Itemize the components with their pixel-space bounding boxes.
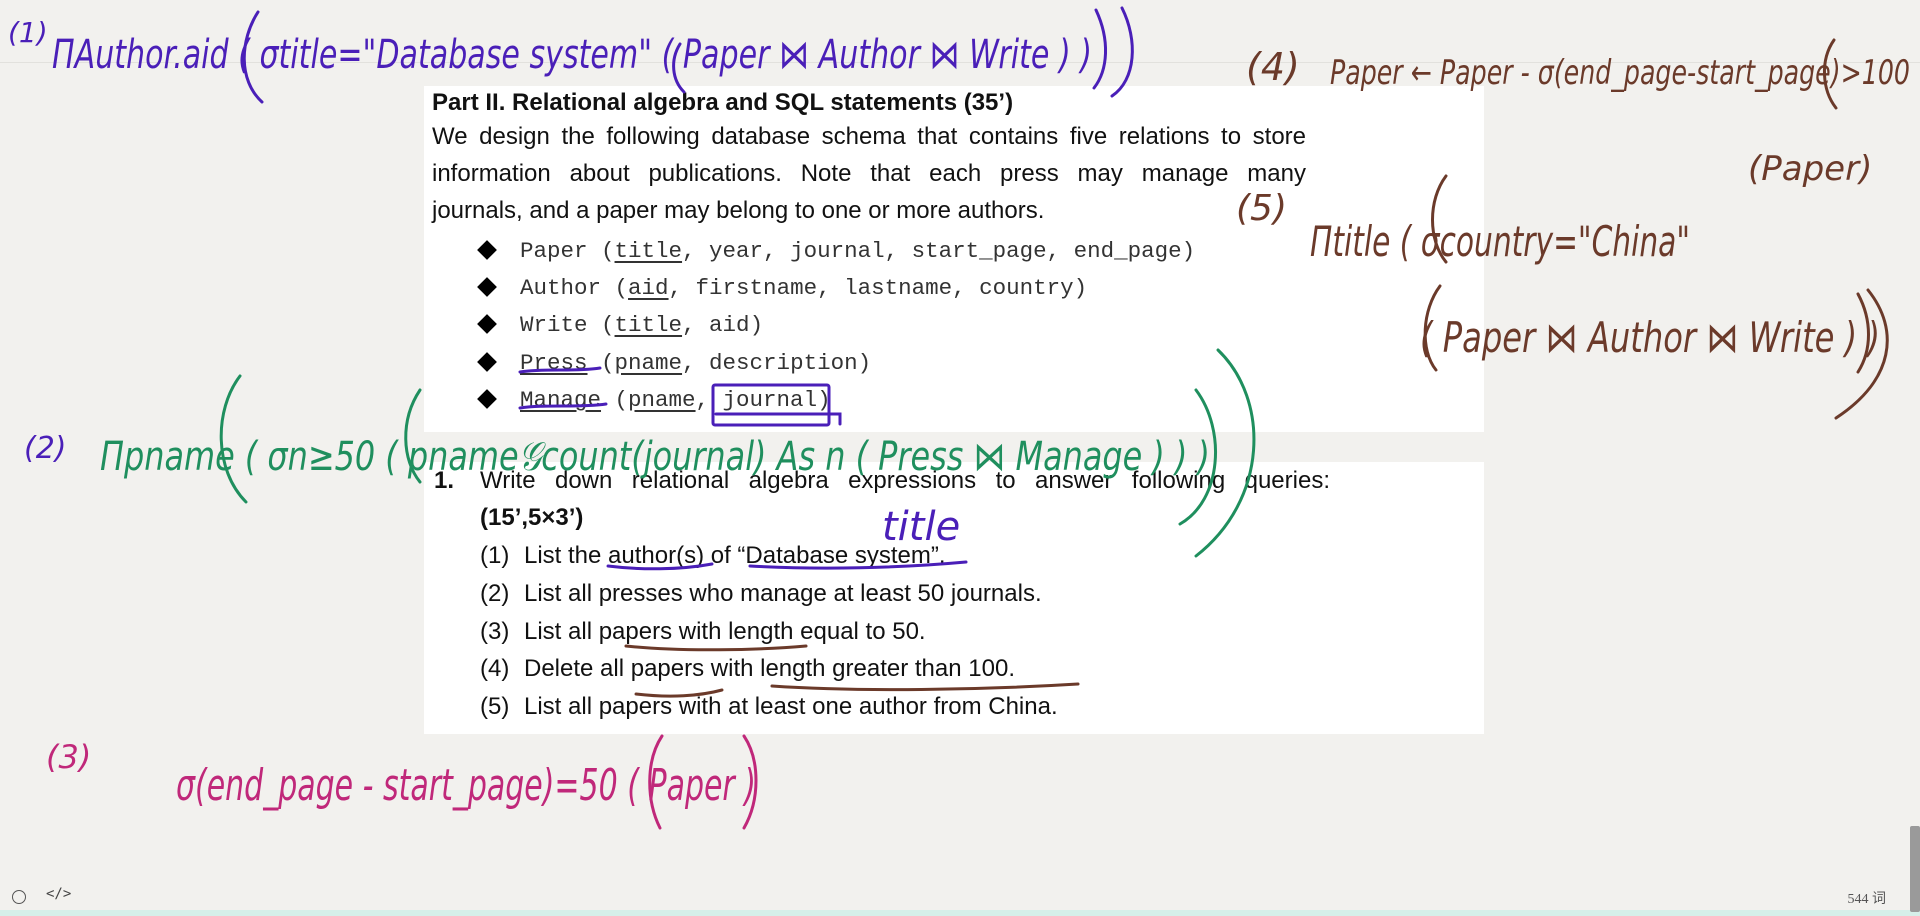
ink-label-1: (1): [8, 16, 48, 49]
query-num: (4): [480, 655, 510, 682]
intro-line-1: We design the following database schema …: [432, 123, 1306, 150]
schema-item-press: Press (pname, description): [520, 350, 872, 376]
document-page: Part II. Relational algebra and SQL stat…: [424, 86, 1484, 432]
question-line-1: Write down relational algebra expression…: [480, 467, 1330, 494]
section-title: Part II. Relational algebra and SQL stat…: [432, 89, 1014, 116]
ink-label-4: (4): [1246, 45, 1300, 89]
ink-paren: [1822, 38, 1838, 110]
bullet-icon: [477, 277, 497, 297]
word-count[interactable]: 544 词: [1848, 888, 1887, 908]
ink-expr-3: σ(end_page - start_page)=50 ( Paper ): [176, 760, 756, 811]
ink-paren: [648, 734, 664, 830]
ink-paren: [1834, 288, 1889, 420]
ink-expr-5b: ( Paper ⋈ Author ⋈ Write ) ): [1420, 313, 1880, 362]
intro-line-2: information about publications. Note tha…: [432, 160, 1306, 187]
document-page: 1. Write down relational algebra express…: [424, 462, 1484, 734]
query-text: Delete all papers with length greater th…: [524, 655, 1015, 682]
bullet-icon: [477, 389, 497, 409]
schema-item-paper: Paper (title, year, journal, start_page,…: [520, 238, 1196, 264]
bullet-icon: [477, 352, 497, 372]
query-text: List all papers with at least one author…: [524, 693, 1058, 720]
ink-paren: [1110, 6, 1134, 98]
query-text: List the author(s) of “Database system”.: [524, 542, 946, 569]
ink-paren: [404, 388, 422, 484]
ink-label-3: (3): [46, 738, 91, 776]
schema-item-write: Write (title, aid): [520, 312, 764, 338]
query-num: (1): [480, 542, 510, 569]
query-num: (5): [480, 693, 510, 720]
ink-paren: [219, 374, 248, 504]
schema-item-manage: Manage (pname, journal): [520, 387, 831, 413]
status-circle-icon[interactable]: [12, 890, 26, 904]
ink-paren: [672, 42, 686, 94]
toolbar-divider: [0, 62, 1920, 63]
bullet-icon: [477, 240, 497, 260]
question-points: (15’,5×3’): [480, 504, 584, 531]
ink-paren: [742, 734, 758, 830]
ink-label-2: (2): [24, 431, 67, 466]
question-number: 1.: [434, 467, 455, 494]
ink-paren: [1092, 8, 1107, 90]
ink-expr-4b: (Paper): [1748, 149, 1872, 189]
ink-paren: [1856, 292, 1870, 374]
bullet-icon: [477, 314, 497, 334]
query-text: List all papers with length equal to 50.: [524, 618, 926, 645]
ink-paren: [242, 10, 264, 104]
ink-expr-1: ΠAuthor.aid ( σtitle="Database system" (…: [52, 32, 1092, 78]
status-bar: </> 544 词: [0, 872, 1920, 916]
source-code-icon[interactable]: </>: [46, 886, 71, 902]
intro-line-3: journals, and a paper may belong to one …: [432, 197, 1045, 224]
query-num: (3): [480, 618, 510, 645]
schema-item-author: Author (aid, firstname, lastname, countr…: [520, 275, 1088, 301]
query-num: (2): [480, 580, 510, 607]
query-text: List all presses who manage at least 50 …: [524, 580, 1042, 607]
